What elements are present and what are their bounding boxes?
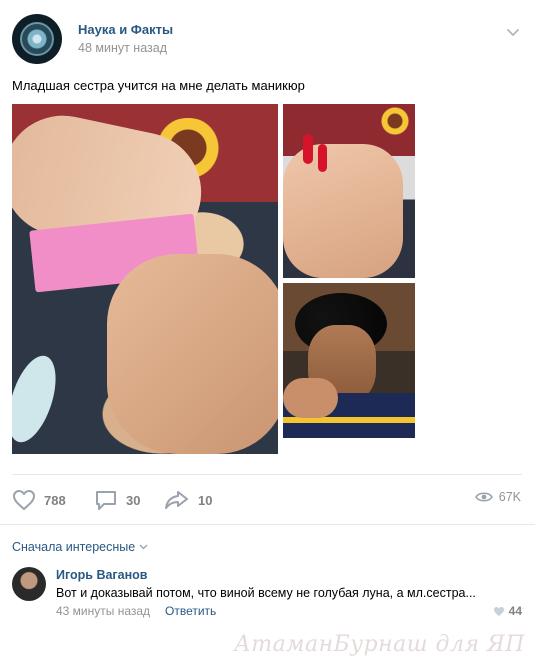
comment-like-button[interactable]: 44 [493,604,522,618]
share-icon [165,491,188,509]
views-counter: 67K [474,490,521,504]
post-text: Младшая сестра учится на мне делать мани… [12,78,305,93]
photo-nail [12,350,65,448]
post-card: Наука и Факты 48 минут назад Младшая сес… [0,0,535,671]
like-button[interactable]: 788 [12,489,66,511]
post-photo-main[interactable] [12,104,278,454]
heart-icon [493,606,504,616]
photo-hand [107,254,278,454]
photo-nail [318,144,327,172]
divider [12,474,522,475]
community-avatar[interactable] [12,14,62,64]
photo-nail [303,134,313,164]
comment-author[interactable]: Игорь Ваганов [56,568,147,582]
like-count: 788 [44,492,66,508]
comment-count: 30 [126,492,141,508]
comment-avatar[interactable] [12,567,46,601]
divider [0,524,535,525]
photo-hand [283,144,403,278]
views-count: 67K [498,490,521,504]
comment-like-count: 44 [508,604,522,618]
comment-text: Вот и доказывай потом, что виной всему н… [56,586,476,600]
share-count: 10 [198,492,213,508]
comment-time[interactable]: 43 минуты назад [56,604,150,618]
post-photo-bottom-right[interactable] [283,283,415,453]
chevron-down-icon[interactable] [505,24,521,40]
post-time[interactable]: 48 минут назад [78,41,167,55]
share-button[interactable]: 10 [164,489,212,511]
comment-reply-button[interactable]: Ответить [165,604,216,618]
photo-shirt-logo [379,106,411,136]
post-author[interactable]: Наука и Факты [78,22,173,37]
avatar-ring [20,22,54,56]
chevron-down-icon [139,544,148,550]
comments-sort-dropdown[interactable]: Сначала интересные [12,540,148,554]
comment-icon [96,491,116,510]
heart-icon [13,490,35,510]
comments-sort-label: Сначала интересные [12,540,136,554]
post-photo-top-right[interactable] [283,104,415,278]
eye-icon [474,492,493,502]
watermark: АтаманБурнаш для ЯП [234,632,525,657]
comment-button[interactable]: 30 [94,489,140,511]
photo-hand [283,378,338,418]
